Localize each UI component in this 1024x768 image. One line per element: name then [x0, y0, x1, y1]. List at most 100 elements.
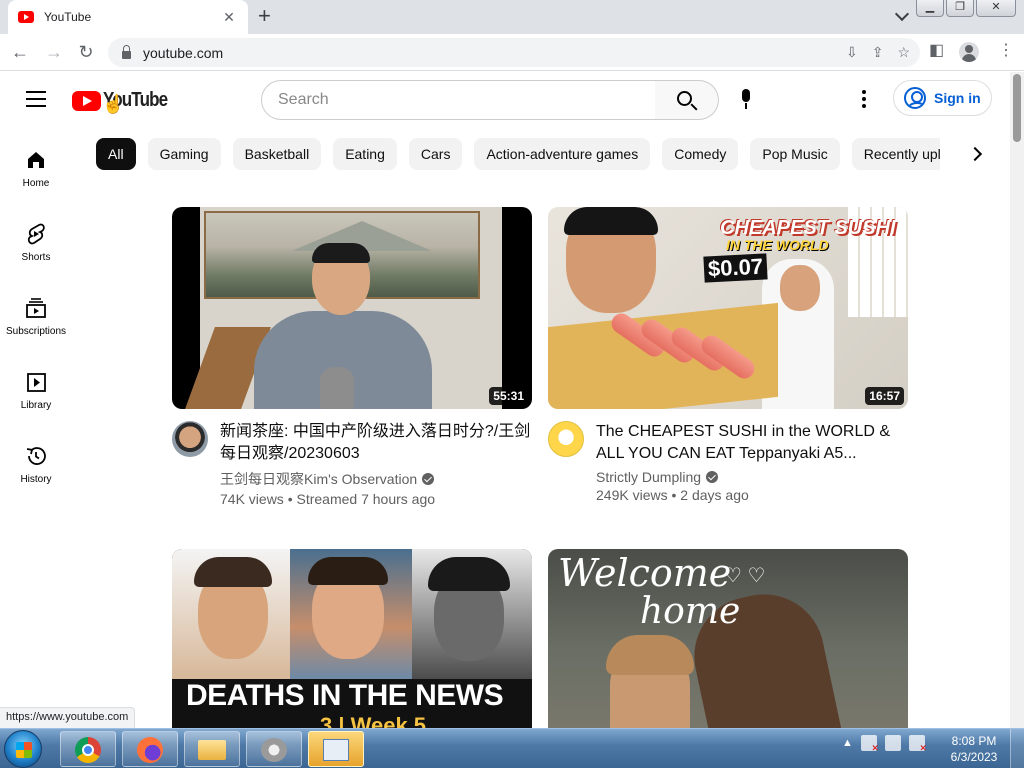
sign-in-button[interactable]: Sign in [893, 80, 992, 116]
taskbar-explorer[interactable] [184, 731, 240, 767]
history-icon [24, 444, 48, 468]
chip-all[interactable]: All [96, 138, 136, 170]
video-card[interactable]: Welcome home ♡ ♡ [548, 549, 908, 728]
browser-toolbar: ← → ↻ youtube.com ⇩ ⇪ ☆ ◧ ⋮ [0, 34, 1024, 71]
lock-icon[interactable] [122, 44, 131, 59]
address-bar[interactable]: youtube.com ⇩ ⇪ ☆ [108, 38, 920, 67]
back-icon[interactable]: ← [8, 40, 32, 64]
youtube-favicon-icon [18, 11, 34, 23]
browser-menu-icon[interactable]: ⋮ [998, 40, 1014, 60]
guide-item-history[interactable]: History [0, 444, 72, 485]
taskbar-firefox[interactable] [122, 731, 178, 767]
guide-item-shorts[interactable]: Shorts [0, 222, 72, 263]
close-tab-icon[interactable]: ✕ [220, 9, 238, 26]
thumbnail-headline: DEATHS IN THE NEWS [186, 679, 504, 712]
verified-badge-icon [706, 471, 719, 483]
video-duration: 55:31 [489, 387, 528, 405]
action-center-flag-icon[interactable] [860, 735, 879, 754]
thumbnail-subheadline: IN THE WORLD [726, 237, 829, 253]
tray-expand-icon[interactable]: ▲ [842, 737, 853, 749]
thumbnail-subheadline: 3 | Week 5 [320, 713, 427, 728]
guide-label-shorts: Shorts [21, 252, 51, 263]
scrollbar-thumb[interactable] [1013, 74, 1021, 142]
new-tab-button[interactable]: + [258, 5, 271, 27]
browser-tab-strip: YouTube ✕ + ▁ ❐ ✕ [0, 0, 1024, 34]
channel-name[interactable]: 王剑每日观察Kim's Observation [220, 469, 417, 489]
video-card[interactable]: CHEAPEST SUSHI IN THE WORLD $0.07 16:57 … [548, 207, 908, 503]
verified-badge-icon [422, 473, 435, 485]
clock-date: 6/3/2023 [950, 750, 998, 764]
chip-gaming[interactable]: Gaming [147, 138, 221, 170]
browser-tab[interactable]: YouTube ✕ [8, 0, 248, 34]
search-icon [677, 91, 692, 106]
chip-action-adventure-games[interactable]: Action-adventure games [474, 138, 651, 170]
guide-item-subscriptions[interactable]: Subscriptions [0, 296, 72, 337]
taskbar-clock[interactable]: 8:08 PM 6/3/2023 [944, 733, 1004, 765]
youtube-logo[interactable]: YouTube [72, 89, 179, 112]
library-icon [24, 370, 48, 394]
voice-search-icon[interactable] [740, 89, 752, 111]
home-icon [24, 148, 48, 172]
speaker-icon [261, 738, 287, 762]
show-desktop-button[interactable] [1010, 729, 1024, 768]
side-panel-icon[interactable]: ◧ [929, 40, 944, 60]
restore-button[interactable]: ❐ [946, 0, 974, 17]
video-card[interactable]: DEATHS IN THE NEWS 3 | Week 5 [172, 549, 532, 728]
search-button[interactable] [655, 80, 719, 120]
chip-cars[interactable]: Cars [408, 138, 463, 170]
bookmark-star-icon[interactable]: ☆ [897, 44, 910, 61]
close-window-button[interactable]: ✕ [976, 0, 1016, 17]
folder-icon [198, 740, 226, 760]
reload-icon[interactable]: ↻ [74, 40, 98, 64]
share-icon[interactable]: ⇪ [872, 44, 884, 61]
guide-label-home: Home [22, 178, 50, 189]
page-scrollbar[interactable] [1010, 72, 1024, 728]
channel-name[interactable]: Strictly Dumpling [596, 469, 701, 485]
video-thumbnail[interactable]: Welcome home ♡ ♡ [548, 549, 908, 728]
channel-avatar[interactable] [548, 421, 584, 457]
control-panel-icon [323, 739, 349, 761]
upload-age: Streamed 7 hours ago [296, 491, 436, 507]
chip-pop-music[interactable]: Pop Music [750, 138, 840, 170]
video-card[interactable]: 55:31 新闻茶座: 中国中产阶级进入落日时分?/王剑每日观察/2023060… [172, 207, 532, 507]
link-preview-status: https://www.youtube.com [0, 707, 136, 728]
taskbar-media[interactable] [246, 731, 302, 767]
guide-item-home[interactable]: Home [0, 148, 72, 189]
chip-recently-uploaded[interactable]: Recently uploaded [851, 138, 940, 170]
thumbnail-subheadline: home [640, 591, 741, 632]
chip-eating[interactable]: Eating [333, 138, 397, 170]
taskbar-chrome[interactable] [60, 731, 116, 767]
channel-avatar[interactable] [172, 421, 208, 457]
hand-cursor-icon: ☝ [102, 94, 125, 114]
chips-next-chevron-icon[interactable] [966, 144, 986, 164]
chip-bar: All Gaming Basketball Eating Cars Action… [96, 138, 940, 170]
video-title[interactable]: 新闻茶座: 中国中产阶级进入落日时分?/王剑每日观察/20230603 [220, 421, 532, 465]
minimize-button[interactable]: ▁ [916, 0, 944, 17]
guide-item-library[interactable]: Library [0, 370, 72, 411]
chrome-icon [75, 737, 101, 763]
upload-age: 2 days ago [680, 487, 749, 503]
volume-muted-icon[interactable] [908, 735, 927, 754]
search-box[interactable] [261, 80, 656, 120]
forward-icon[interactable]: → [42, 40, 66, 64]
video-thumbnail[interactable]: DEATHS IN THE NEWS 3 | Week 5 [172, 549, 532, 728]
settings-menu-icon[interactable] [862, 90, 866, 108]
guide-label-history: History [20, 474, 52, 485]
tab-search-chevron-icon[interactable] [894, 6, 910, 22]
chip-comedy[interactable]: Comedy [662, 138, 739, 170]
start-button[interactable] [4, 730, 42, 768]
chip-basketball[interactable]: Basketball [232, 138, 322, 170]
search-input[interactable] [278, 91, 655, 109]
taskbar-control-panel[interactable] [308, 731, 364, 767]
view-count: 249K views [596, 487, 668, 503]
youtube-play-icon [72, 90, 101, 111]
video-title[interactable]: The CHEAPEST SUSHI in the WORLD & ALL YO… [596, 421, 908, 465]
profile-icon[interactable] [959, 42, 979, 62]
video-thumbnail[interactable]: 55:31 [172, 207, 532, 409]
install-icon[interactable]: ⇩ [846, 44, 858, 61]
video-thumbnail[interactable]: CHEAPEST SUSHI IN THE WORLD $0.07 16:57 [548, 207, 908, 409]
hamburger-menu-icon[interactable] [26, 91, 46, 107]
windows-taskbar: ▲ 8:08 PM 6/3/2023 [0, 728, 1024, 768]
youtube-masthead: YouTube ☝ Sign in [0, 72, 1010, 128]
network-icon[interactable] [884, 735, 901, 751]
